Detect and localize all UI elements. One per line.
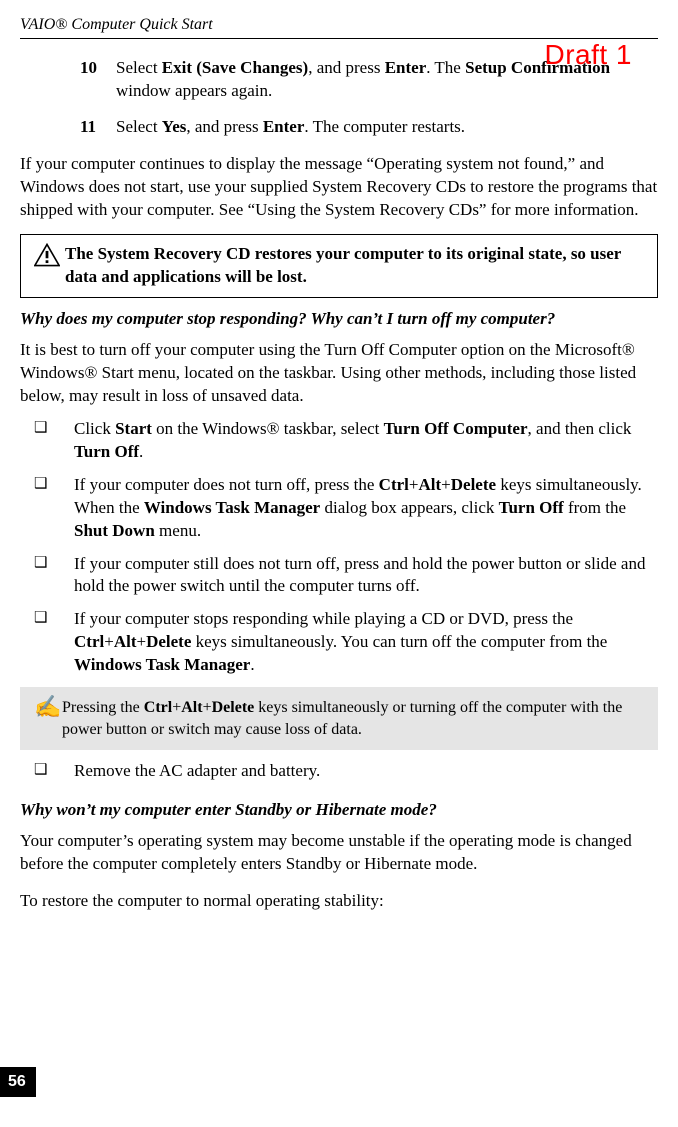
paragraph: It is best to turn off your computer usi… [20,339,658,408]
page-number: 56 [0,1067,36,1097]
section-heading: Why won’t my computer enter Standby or H… [20,799,658,822]
caution-text: The System Recovery CD restores your com… [65,243,649,289]
caution-icon [29,243,65,267]
note-box: ✍ Pressing the Ctrl+Alt+Delete keys simu… [20,687,658,750]
bullet-text: Remove the AC adapter and battery. [74,760,658,783]
bullet-icon: ❑ [20,553,74,599]
step-text: Select Yes, and press Enter. The compute… [116,116,658,139]
list-item: ❑ If your computer does not turn off, pr… [20,474,658,543]
bullet-list: ❑ Remove the AC adapter and battery. [20,760,658,783]
bullet-text: Click Start on the Windows® taskbar, sel… [74,418,658,464]
paragraph: If your computer continues to display th… [20,153,658,222]
bullet-icon: ❑ [20,608,74,677]
section-heading: Why does my computer stop responding? Wh… [20,308,658,331]
paragraph: To restore the computer to normal operat… [20,890,658,913]
bullet-text: If your computer does not turn off, pres… [74,474,658,543]
step-number: 10 [80,57,116,103]
doc-header: VAIO® Computer Quick Start [20,14,658,39]
bullet-text: If your computer still does not turn off… [74,553,658,599]
list-item: ❑ If your computer still does not turn o… [20,553,658,599]
list-item: ❑ Remove the AC adapter and battery. [20,760,658,783]
caution-box: The System Recovery CD restores your com… [20,234,658,298]
bullet-icon: ❑ [20,474,74,543]
bullet-icon: ❑ [20,418,74,464]
list-item: ❑ Click Start on the Windows® taskbar, s… [20,418,658,464]
draft-stamp: Draft 1 [544,36,632,74]
note-icon: ✍ [34,697,62,717]
bullet-list: ❑ Click Start on the Windows® taskbar, s… [20,418,658,677]
step-number: 11 [80,116,116,139]
step-item: 11 Select Yes, and press Enter. The comp… [80,116,658,139]
bullet-text: If your computer stops responding while … [74,608,658,677]
bullet-icon: ❑ [20,760,74,783]
list-item: ❑ If your computer stops responding whil… [20,608,658,677]
paragraph: Your computer’s operating system may bec… [20,830,658,876]
note-text: Pressing the Ctrl+Alt+Delete keys simult… [62,697,644,740]
